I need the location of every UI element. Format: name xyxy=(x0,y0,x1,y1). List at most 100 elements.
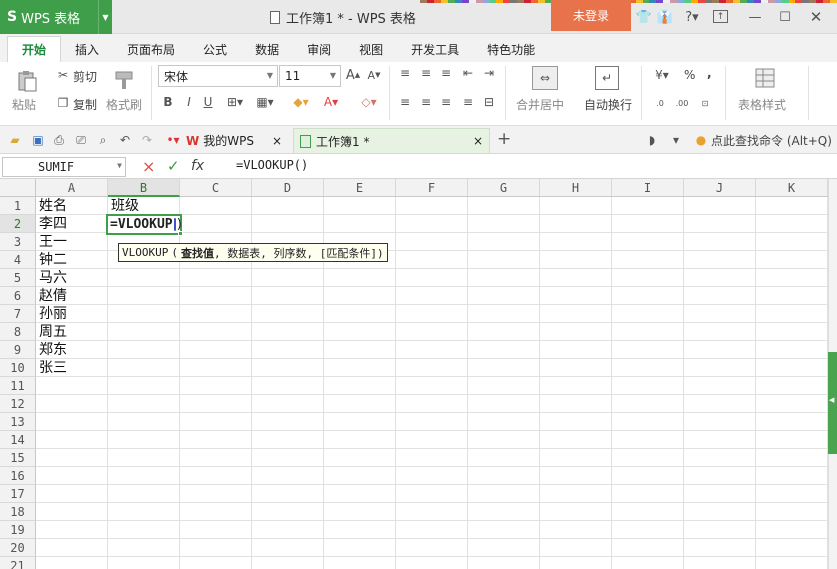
share-icon[interactable]: ▾ xyxy=(668,132,684,148)
comma-button[interactable]: , xyxy=(707,66,712,80)
table-style-icon[interactable] xyxy=(753,66,777,90)
copy-button[interactable]: 复制 xyxy=(73,96,97,113)
increase-decimal-icon[interactable]: .0 xyxy=(651,95,669,111)
number-format-icon[interactable]: ⊡ xyxy=(696,95,714,111)
tab-developer[interactable]: 开发工具 xyxy=(397,36,473,62)
column-header-a[interactable]: A xyxy=(36,179,108,197)
open-folder-icon[interactable]: ▰ xyxy=(7,132,23,148)
wrap-text-icon[interactable]: ↵ xyxy=(595,66,619,90)
row-header-2[interactable]: 2 xyxy=(0,215,36,233)
new-tab-button[interactable]: + xyxy=(497,129,511,149)
help-icon[interactable]: ?▾ xyxy=(682,9,702,25)
row-header-14[interactable]: 14 xyxy=(0,431,36,449)
cell-a5[interactable]: 马六 xyxy=(36,269,108,287)
row-header-1[interactable]: 1 xyxy=(0,197,36,215)
column-header-c[interactable]: C xyxy=(180,179,252,197)
chevron-down-icon[interactable]: ▼ xyxy=(98,0,112,34)
row-header-6[interactable]: 6 xyxy=(0,287,36,305)
bold-button[interactable]: B xyxy=(160,94,176,110)
column-header-j[interactable]: J xyxy=(684,179,756,197)
row-header-12[interactable]: 12 xyxy=(0,395,36,413)
tab-insert[interactable]: 插入 xyxy=(61,36,113,62)
scrollbar-thumb[interactable]: ◀ xyxy=(828,352,837,454)
table-style-button[interactable]: 表格样式 xyxy=(738,96,786,113)
decrease-decimal-icon[interactable]: .00 xyxy=(673,95,691,111)
confirm-icon[interactable]: ✓ xyxy=(167,157,180,175)
align-left-icon[interactable]: ≡ xyxy=(397,95,413,109)
row-header-9[interactable]: 9 xyxy=(0,341,36,359)
justify-icon[interactable]: ≡ xyxy=(460,95,476,109)
export-pdf-icon[interactable]: ⎙ xyxy=(51,132,67,148)
cell-a4[interactable]: 钟二 xyxy=(36,251,108,269)
skin-icon[interactable]: 👔 xyxy=(657,9,673,25)
tab-home[interactable]: 开始 xyxy=(7,36,62,62)
tab-my-wps[interactable]: W 我的WPS × xyxy=(186,128,290,153)
cell-a8[interactable]: 周五 xyxy=(36,323,108,341)
column-header-f[interactable]: F xyxy=(396,179,468,197)
collapse-arrow-icon[interactable]: ◀ xyxy=(829,396,834,404)
tab-view[interactable]: 视图 xyxy=(345,36,397,62)
command-search[interactable]: 点此查找命令 (Alt+Q) xyxy=(711,132,832,149)
font-size-select[interactable]: 11 ▼ xyxy=(279,65,341,87)
login-button[interactable]: 未登录 xyxy=(551,0,631,31)
percent-button[interactable]: % xyxy=(684,68,695,82)
select-all-corner[interactable] xyxy=(0,179,36,197)
fill-color-icon[interactable]: ◆▾ xyxy=(290,94,312,110)
app-menu-button[interactable]: S WPS 表格 ▼ xyxy=(0,0,112,34)
copy-icon[interactable]: ❐ xyxy=(55,95,71,111)
merge-center-icon[interactable]: ⇔ xyxy=(532,66,558,90)
cell-a7[interactable]: 孙丽 xyxy=(36,305,108,323)
name-box[interactable]: SUMIF ▼ xyxy=(2,157,126,177)
column-header-i[interactable]: I xyxy=(612,179,684,197)
row-header-3[interactable]: 3 xyxy=(0,233,36,251)
row-header-10[interactable]: 10 xyxy=(0,359,36,377)
maximize-icon[interactable]: ☐ xyxy=(777,9,793,25)
column-header-b[interactable]: B xyxy=(108,179,180,197)
tab-page-layout[interactable]: 页面布局 xyxy=(113,36,189,62)
increase-font-icon[interactable]: A ▲ xyxy=(345,67,361,83)
redo-icon[interactable]: ↷ xyxy=(139,132,155,148)
tab-workbook1[interactable]: 工作簿1 * × xyxy=(293,128,490,153)
row-header-18[interactable]: 18 xyxy=(0,503,36,521)
distributed-icon[interactable]: ⊟ xyxy=(481,95,497,109)
row-header-11[interactable]: 11 xyxy=(0,377,36,395)
indent-icon[interactable]: ⇥ xyxy=(481,66,497,80)
column-header-h[interactable]: H xyxy=(540,179,612,197)
format-painter-icon[interactable] xyxy=(112,68,136,92)
print-icon[interactable]: ⎚ xyxy=(73,132,89,148)
formula-input[interactable]: =VLOOKUP() xyxy=(236,158,308,172)
row-header-15[interactable]: 15 xyxy=(0,449,36,467)
sync-icon[interactable]: ◗ xyxy=(645,132,659,148)
tab-special[interactable]: 特色功能 xyxy=(473,36,549,62)
row-header-8[interactable]: 8 xyxy=(0,323,36,341)
italic-button[interactable]: I xyxy=(181,94,197,110)
row-header-21[interactable]: 21 xyxy=(0,557,36,569)
row-header-16[interactable]: 16 xyxy=(0,467,36,485)
close-tab-icon[interactable]: × xyxy=(272,134,282,148)
underline-button[interactable]: U xyxy=(200,94,216,110)
fill-handle[interactable] xyxy=(178,231,183,236)
align-bottom-icon[interactable]: ≡ xyxy=(438,66,454,80)
align-right-icon[interactable]: ≡ xyxy=(438,95,454,109)
column-header-k[interactable]: K xyxy=(756,179,828,197)
cut-button[interactable]: 剪切 xyxy=(73,68,97,85)
scissors-icon[interactable]: ✂ xyxy=(55,67,71,83)
font-name-select[interactable]: 宋体 ▼ xyxy=(158,65,278,87)
row-header-5[interactable]: 5 xyxy=(0,269,36,287)
tab-data[interactable]: 数据 xyxy=(241,36,293,62)
undo-icon[interactable]: ↶ xyxy=(117,132,133,148)
insert-function-icon[interactable]: fx xyxy=(191,158,204,174)
row-header-19[interactable]: 19 xyxy=(0,521,36,539)
print-preview-icon[interactable]: ⌕ xyxy=(95,132,111,148)
align-top-icon[interactable]: ≡ xyxy=(397,66,413,80)
paste-button[interactable]: 粘贴 xyxy=(12,96,36,113)
close-tab-icon[interactable]: × xyxy=(473,134,483,148)
format-painter-button[interactable]: 格式刷 xyxy=(106,96,142,113)
cell-a2[interactable]: 李四 xyxy=(36,215,108,233)
close-icon[interactable]: ✕ xyxy=(808,8,824,26)
border-icon[interactable]: ⊞▾ xyxy=(224,94,246,110)
row-header-20[interactable]: 20 xyxy=(0,539,36,557)
column-header-g[interactable]: G xyxy=(468,179,540,197)
cell-a1[interactable]: 姓名 xyxy=(36,197,108,215)
customize-toolbar-icon[interactable]: •▾ xyxy=(166,132,180,148)
